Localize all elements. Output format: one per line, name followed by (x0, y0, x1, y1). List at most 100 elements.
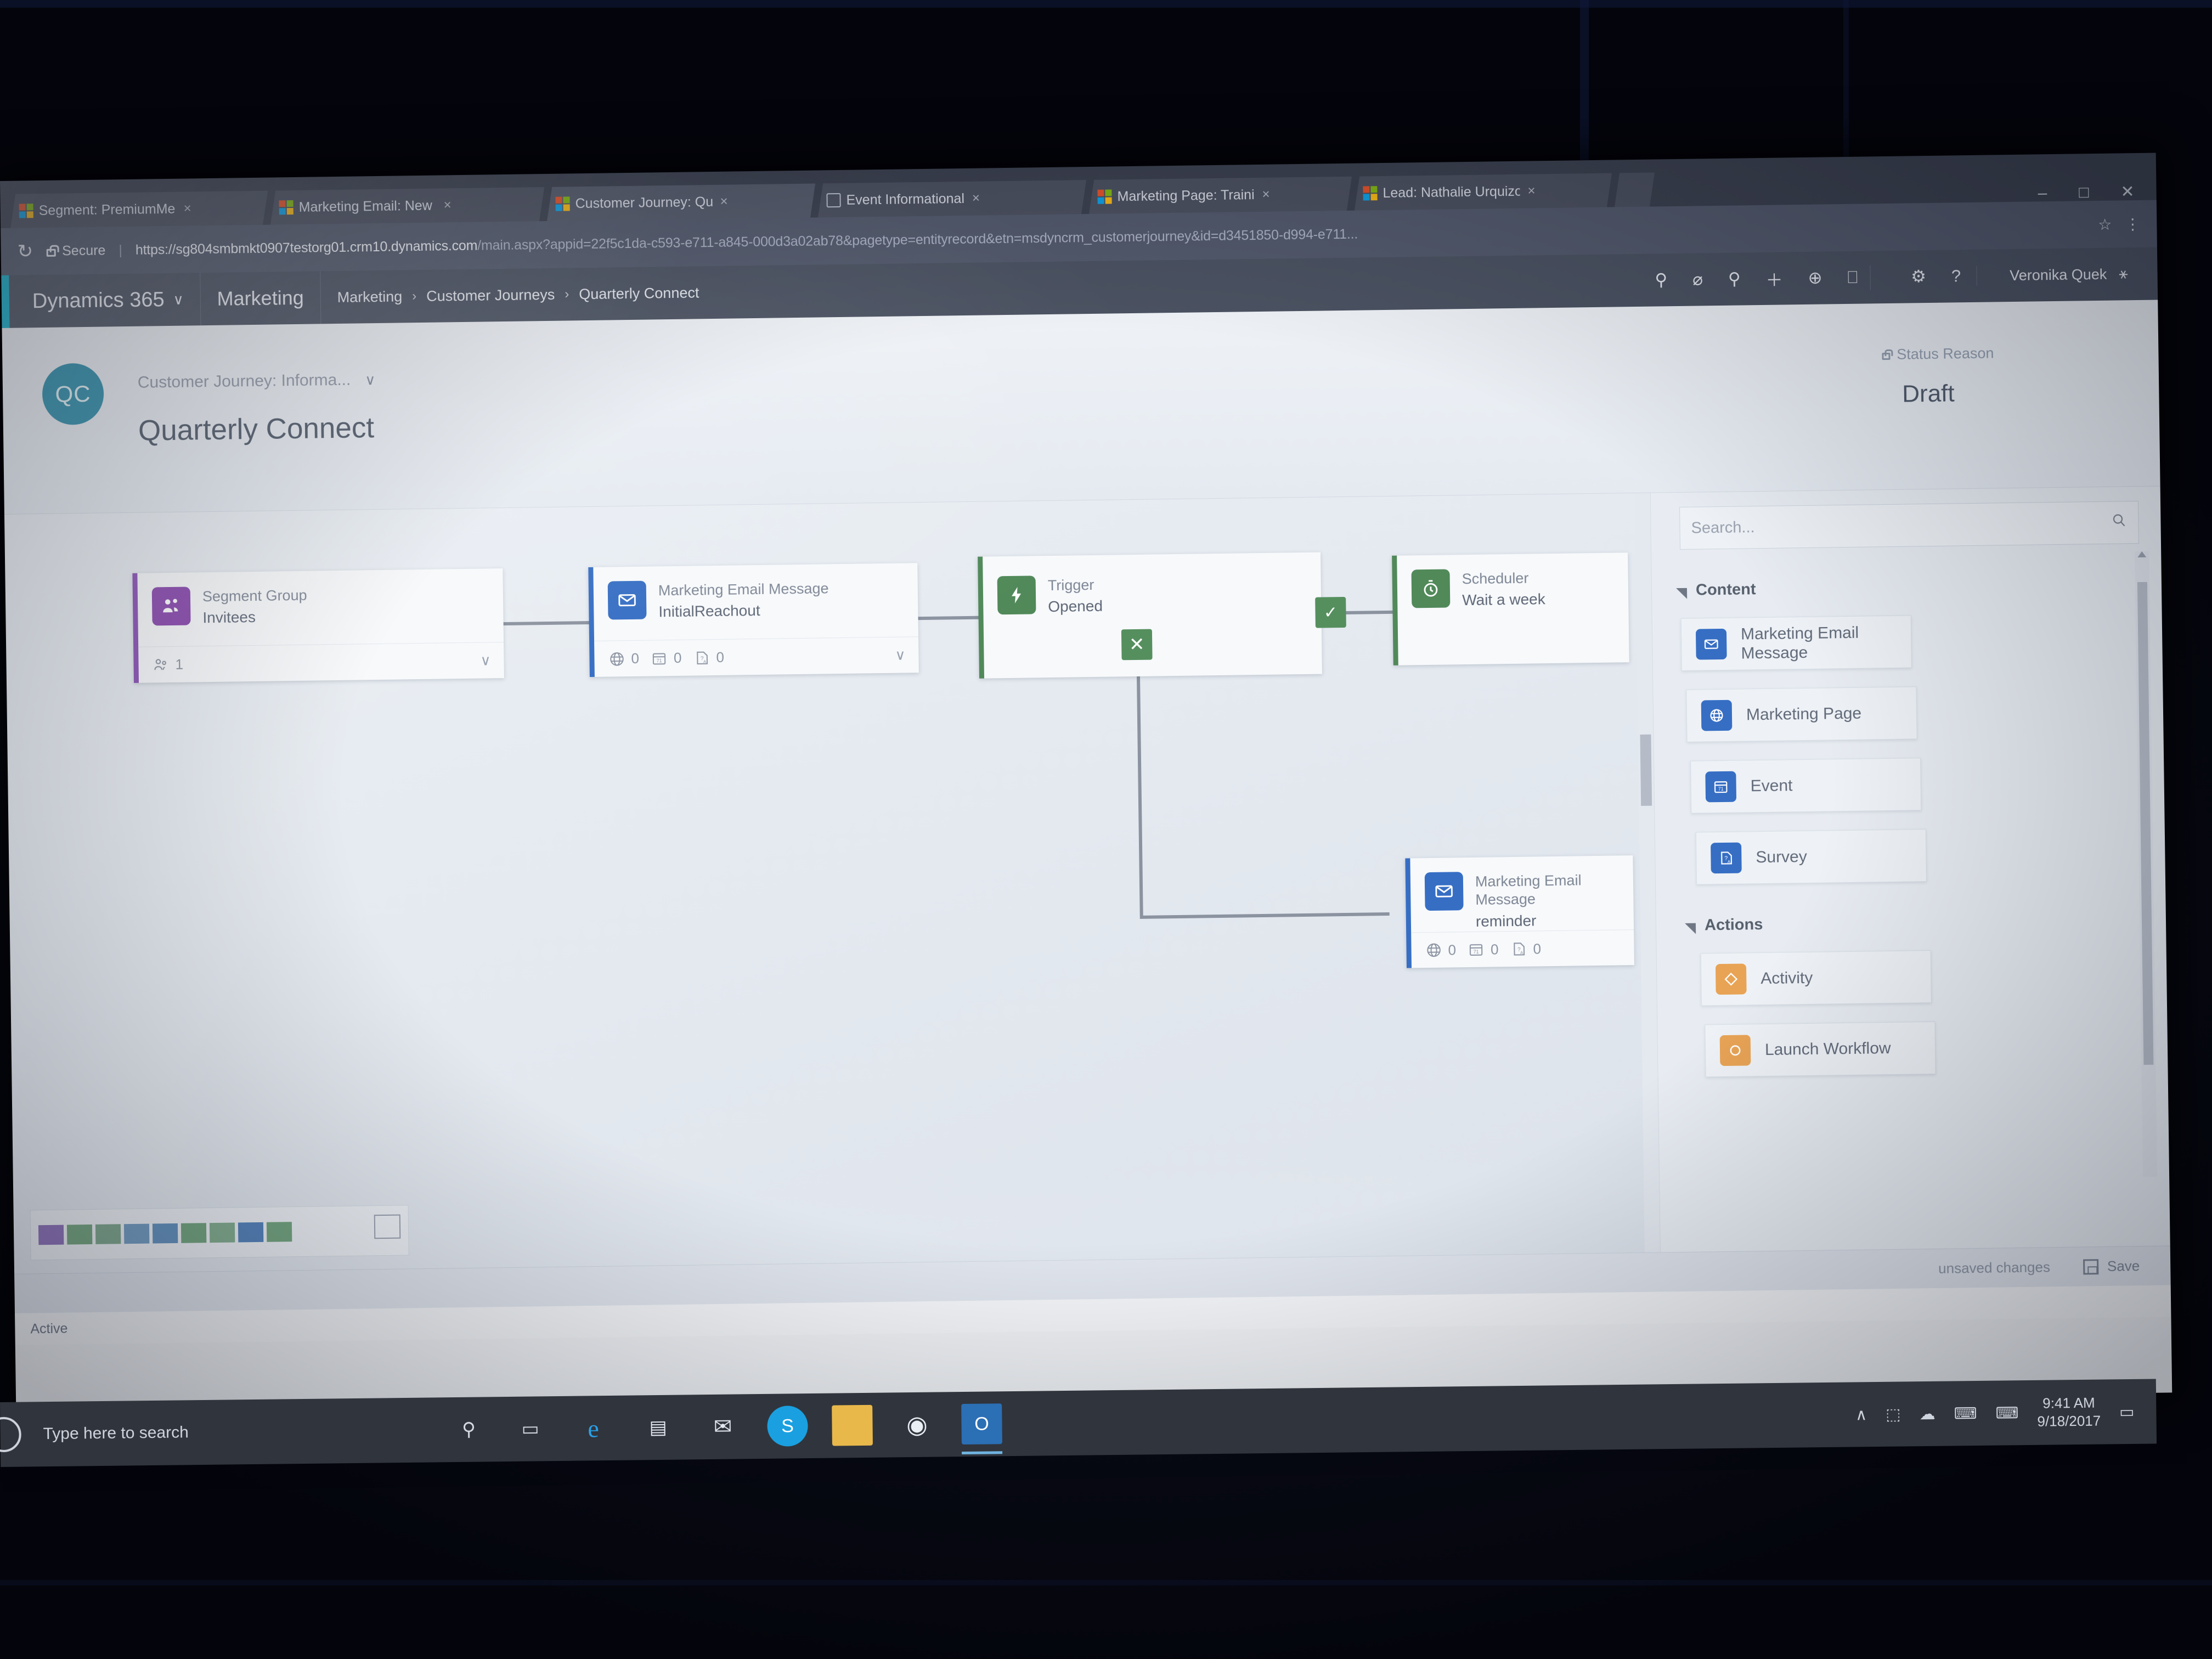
scroll-up-arrow-icon[interactable] (2137, 551, 2147, 558)
tile-text: Marketing Email Message reminder (1475, 870, 1620, 932)
journey-tile-scheduler-wait[interactable]: Scheduler Wait a week (1392, 552, 1629, 665)
toolbox-item-launch-workflow[interactable]: Launch Workflow (1705, 1021, 1936, 1077)
new-tab-button[interactable] (1614, 173, 1655, 207)
clock-date: 9/18/2017 (2037, 1412, 2101, 1430)
scrollbar-thumb[interactable] (1640, 734, 1652, 806)
minimap-expand-button[interactable] (374, 1214, 401, 1239)
network-icon[interactable]: ⬚ (1886, 1404, 1901, 1424)
search-input[interactable] (1691, 514, 2111, 538)
tile-name-label: InitialReachout (658, 602, 760, 620)
insights-icon[interactable]: ⚲ (1728, 269, 1741, 289)
help-icon[interactable]: ? (1951, 266, 1961, 286)
toolbox-item-marketing-page[interactable]: Marketing Page (1686, 686, 1917, 742)
advanced-find-icon[interactable]: ⊕ (1808, 268, 1822, 288)
taskbar-app-chrome[interactable]: ◉ (896, 1404, 938, 1446)
breadcrumb-item-customer-journeys[interactable]: Customer Journeys (426, 286, 555, 304)
onedrive-icon[interactable]: ☁ (1919, 1404, 1935, 1423)
toolbox-item-activity[interactable]: Activity (1700, 950, 1932, 1006)
show-hidden-icons-icon[interactable]: ∧ (1855, 1405, 1867, 1424)
bookmark-star-icon[interactable]: ☆ (2098, 215, 2112, 233)
breadcrumb-item-quarterly-connect[interactable]: Quarterly Connect (579, 284, 699, 303)
journey-tile-segment-group[interactable]: Segment Group Invitees 1 ∨ (132, 568, 504, 683)
connector (1136, 643, 1143, 918)
gear-icon[interactable]: ⚙ (1911, 267, 1926, 286)
browser-tab-2[interactable]: Customer Journey: Quar × (546, 184, 816, 221)
minimize-button[interactable]: – (2038, 184, 2047, 202)
taskbar-clock[interactable]: 9:41 AM 9/18/2017 (2037, 1393, 2101, 1431)
chevron-down-icon[interactable]: ∨ (480, 652, 490, 669)
save-button[interactable]: Save (2083, 1257, 2140, 1275)
keyboard-icon[interactable]: ⌨ (1995, 1403, 2018, 1423)
maximize-button[interactable]: □ (2079, 183, 2089, 201)
breadcrumb-item-marketing[interactable]: Marketing (337, 288, 402, 306)
browser-tab-1[interactable]: Marketing Email: New M × (270, 187, 545, 225)
windows-logo-icon (1363, 186, 1377, 200)
url-host: https://sg804smbmkt0907testorg01.crm10.d… (135, 238, 478, 258)
journey-tile-marketing-email-initial[interactable]: Marketing Email Message InitialReachout … (588, 563, 919, 678)
close-icon[interactable]: × (184, 201, 191, 216)
tile-header: Marketing Email Message InitialReachout (593, 563, 918, 641)
reload-icon[interactable]: ↻ (17, 240, 33, 262)
taskbar-search-input[interactable]: Type here to search (43, 1420, 438, 1443)
notes-icon[interactable]: ⎕ (1847, 267, 1858, 287)
close-window-button[interactable]: ✕ (2120, 183, 2135, 201)
close-icon[interactable]: × (720, 194, 727, 210)
tile-header: Segment Group Invitees (137, 568, 504, 647)
microphone-icon[interactable]: ⚲ (452, 1413, 486, 1446)
brand-menu[interactable]: Dynamics 365 ∨ (1, 273, 201, 328)
app-area-label[interactable]: Marketing (200, 271, 321, 326)
record-subtitle[interactable]: Customer Journey: Informa... ∨ (138, 370, 376, 392)
search-icon[interactable]: ⚲ (1655, 270, 1667, 290)
action-center-icon[interactable]: ▭ (2119, 1402, 2135, 1421)
tab-title: Marketing Email: New M (298, 198, 436, 215)
browser-tab-5[interactable]: Lead: Nathalie Urquizo × (1354, 173, 1612, 211)
navbar-actions: ⚲ ⌀ ⚲ ＋ ⊕ ⎕ ⚙ ? (1638, 249, 1994, 306)
minimap-segment (238, 1222, 264, 1243)
quick-create-icon[interactable]: ＋ (1765, 266, 1783, 291)
journey-tile-marketing-email-reminder[interactable]: Marketing Email Message reminder 0 71 0 … (1405, 855, 1634, 968)
assistant-icon[interactable]: ⌀ (1692, 269, 1703, 289)
toolbox-item-event[interactable]: 71 Event (1690, 758, 1922, 814)
close-icon[interactable]: × (1527, 183, 1535, 199)
toolbox-group-content[interactable]: Content (1676, 575, 2140, 600)
browser-tab-0[interactable]: Segment: PremiumMem × (10, 191, 268, 228)
tile-metric-value: 0 (716, 648, 725, 665)
task-view-icon[interactable]: ▭ (514, 1412, 547, 1446)
trigger-true-badge[interactable]: ✓ (1315, 596, 1346, 628)
security-indicator[interactable]: Secure (46, 242, 106, 259)
minimap-segment (38, 1224, 64, 1245)
close-icon[interactable]: × (443, 198, 451, 213)
toolbox-item-marketing-email-message[interactable]: Marketing Email Message (1680, 615, 1912, 671)
close-icon[interactable]: × (972, 191, 980, 206)
taskbar-app-edge[interactable]: e (573, 1408, 614, 1449)
trigger-false-badge[interactable]: ✕ (1121, 629, 1153, 661)
globe-icon (1701, 699, 1733, 731)
toolbox-item-survey[interactable]: ? A Survey (1695, 829, 1927, 885)
journey-canvas[interactable]: Segment Group Invitees 1 ∨ Marketing Ema… (4, 493, 1660, 1274)
browser-tab-4[interactable]: Marketing Page: Training × (1088, 177, 1352, 214)
taskbar-app-skype[interactable]: S (767, 1406, 808, 1447)
tile-metric-events: 71 0 (650, 648, 682, 668)
email-icon (1695, 628, 1727, 660)
tile-type-label: Marketing Email Message (1475, 872, 1582, 909)
taskbar-app-outlook[interactable]: O (961, 1403, 1002, 1445)
toolbox-group-actions[interactable]: Actions (1685, 911, 2144, 935)
unsaved-changes-label: unsaved changes (1938, 1259, 2051, 1277)
battery-icon[interactable]: ⌨ (1954, 1404, 1977, 1423)
taskbar-app-store[interactable]: ▤ (637, 1407, 679, 1448)
browser-menu-icon[interactable]: ⋮ (2125, 215, 2140, 233)
search-icon[interactable] (2111, 512, 2127, 533)
close-icon[interactable]: × (1262, 187, 1269, 202)
search-box[interactable] (1679, 501, 2139, 550)
toolbox-scrollbar[interactable] (2135, 551, 2158, 1177)
taskbar-app-file-explorer[interactable] (832, 1404, 873, 1446)
canvas-minimap[interactable] (30, 1205, 409, 1261)
taskbar-app-mail[interactable]: ✉ (702, 1406, 743, 1447)
user-menu[interactable]: Veronika Quek ⚹ (1993, 247, 2158, 302)
chevron-down-icon[interactable]: ∨ (895, 646, 905, 663)
chevron-down-icon[interactable]: ∨ (365, 371, 375, 388)
browser-tab-3[interactable]: Event Informational × (817, 180, 1087, 217)
cortana-icon[interactable] (0, 1417, 21, 1453)
svg-text:71: 71 (1718, 786, 1724, 792)
tile-metric-value: 0 (1448, 941, 1457, 958)
